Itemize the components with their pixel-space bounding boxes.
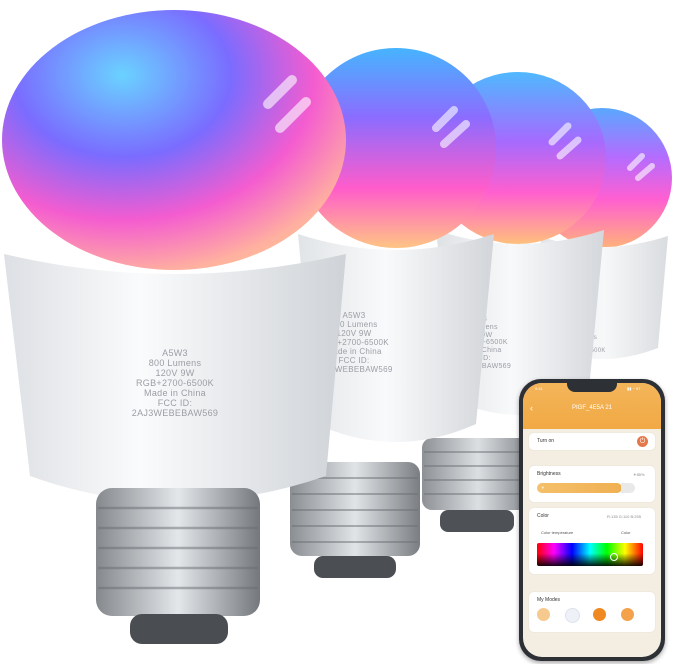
mode-swatch-2[interactable] — [565, 608, 580, 623]
power-card: Turn on ⏻ — [529, 433, 655, 450]
power-toggle-button[interactable]: ⏻ — [637, 436, 648, 447]
status-icons: ▮▮ ◔ 97 — [627, 386, 641, 391]
modes-card: My Modes — [529, 592, 655, 632]
color-card: Color R:135 G:110 B:255 Color temperatur… — [529, 508, 655, 574]
tab-color-temperature[interactable]: Color temperature — [541, 530, 573, 535]
mode-swatch-4[interactable] — [621, 608, 634, 621]
sun-icon: ☀ — [541, 485, 545, 490]
turn-on-label: Turn on — [537, 438, 555, 444]
color-picker[interactable] — [537, 543, 643, 566]
phone-notch — [567, 383, 617, 392]
bulb-1-screw-base — [96, 488, 260, 644]
device-title: PIGF_4E5A 21 — [571, 405, 613, 411]
color-label: Color — [537, 513, 549, 519]
bulb-1-label: A5W3 800 Lumens 120V 9W RGB+2700-6500K M… — [131, 348, 219, 419]
status-time: 9:41 — [535, 386, 543, 391]
bulb-1-graphic — [2, 10, 346, 644]
tab-color[interactable]: Color — [621, 530, 631, 535]
smartphone: 9:41 ▮▮ ◔ 97 ‹ PIGF_4E5A 21 Turn on ⏻ Br… — [519, 379, 665, 661]
color-value: R:135 G:110 B:255 — [607, 514, 641, 519]
color-picker-handle[interactable] — [610, 553, 618, 561]
brightness-value: ☀85% — [633, 472, 645, 477]
brightness-label: Brightness — [537, 471, 561, 477]
product-scene: A5W3 800 Lumens 120V 9W RGB+2700-6500K — [0, 0, 679, 664]
mode-swatch-3[interactable] — [593, 608, 606, 621]
smart-bulb-1: A5W3 800 Lumens 120V 9W RGB+2700-6500K M… — [0, 8, 360, 664]
brightness-card: Brightness ☀85% ☀ — [529, 466, 655, 502]
mode-swatch-1[interactable] — [537, 608, 550, 621]
phone-screen: 9:41 ▮▮ ◔ 97 ‹ PIGF_4E5A 21 Turn on ⏻ Br… — [523, 383, 661, 657]
brightness-slider-track — [621, 483, 635, 493]
brightness-slider[interactable] — [537, 483, 622, 493]
my-modes-label: My Modes — [537, 597, 561, 603]
